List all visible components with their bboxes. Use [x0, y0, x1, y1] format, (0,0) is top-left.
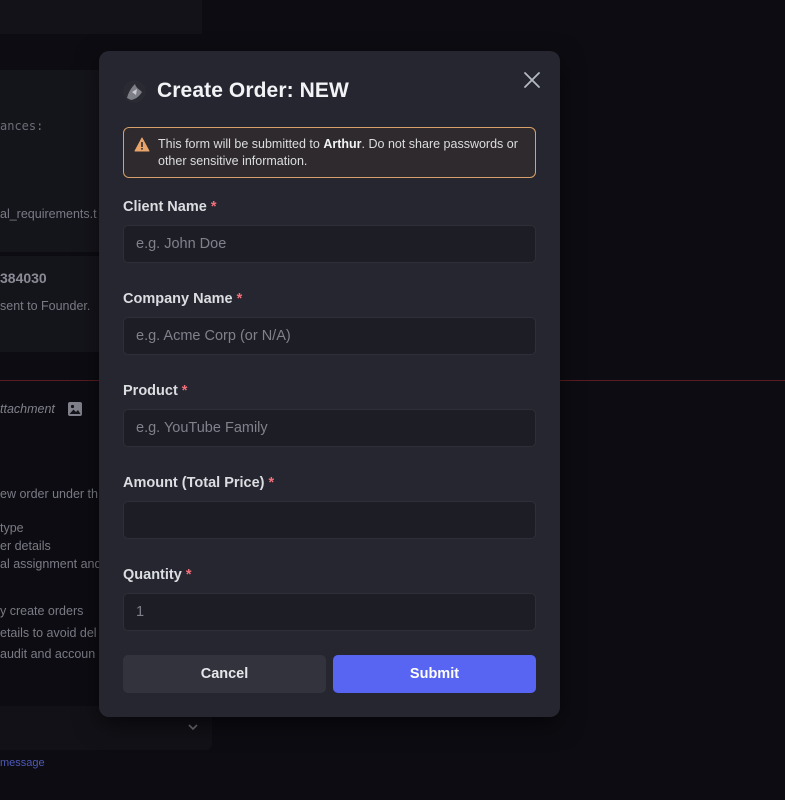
image-icon	[68, 402, 82, 416]
warning-text-prefix: This form will be submitted to	[158, 137, 324, 151]
client-name-input[interactable]	[123, 225, 536, 263]
background-order-number: 384030	[0, 270, 47, 286]
client-name-label-text: Client Name	[123, 199, 207, 215]
quantity-label: Quantity *	[123, 567, 191, 583]
background-line: type	[0, 521, 24, 535]
avatar	[123, 79, 146, 103]
company-name-label: Company Name *	[123, 291, 242, 307]
background-line: etails to avoid del	[0, 626, 97, 640]
client-name-label: Client Name *	[123, 199, 216, 215]
required-mark: *	[181, 383, 188, 399]
amount-label-text: Amount (Total Price)	[123, 475, 265, 491]
company-name-label-text: Company Name	[123, 291, 233, 307]
product-label-text: Product	[123, 383, 178, 399]
chevron-down-icon	[188, 724, 198, 731]
background-line: audit and accoun	[0, 647, 96, 661]
background-attachment-label: ttachment	[0, 402, 55, 416]
background-file-name: al_requirements.t	[0, 207, 97, 221]
company-name-input[interactable]	[123, 317, 536, 355]
warning-banner: This form will be submitted to Arthur. D…	[123, 127, 536, 178]
modal-title: Create Order: NEW	[157, 79, 349, 102]
quantity-label-text: Quantity	[123, 567, 182, 583]
close-icon[interactable]	[521, 69, 543, 91]
warning-icon	[134, 137, 150, 152]
warning-recipient: Arthur	[323, 137, 362, 151]
quantity-input[interactable]	[123, 593, 536, 631]
amount-label: Amount (Total Price) *	[123, 475, 274, 491]
background-code-text: ances:	[0, 119, 44, 133]
background-line: y create orders	[0, 604, 84, 618]
required-mark: *	[236, 291, 243, 307]
background-line: er details	[0, 539, 51, 553]
background-top-bar	[0, 0, 202, 34]
avatar-image	[123, 79, 146, 103]
amount-input[interactable]	[123, 501, 536, 539]
background-message-link: message	[0, 757, 45, 769]
submit-button[interactable]: Submit	[333, 655, 536, 693]
product-input[interactable]	[123, 409, 536, 447]
required-mark: *	[268, 475, 275, 491]
background-sent-text: sent to Founder.	[0, 299, 91, 313]
background-line: al assignment and	[0, 557, 102, 571]
required-mark: *	[185, 567, 192, 583]
cancel-button[interactable]: Cancel	[123, 655, 326, 693]
create-order-modal: Create Order: NEW This form will be subm…	[99, 51, 560, 717]
background-line: ew order under th	[0, 487, 98, 501]
required-mark: *	[210, 199, 217, 215]
modal-header: Create Order: NEW	[123, 76, 536, 106]
product-label: Product *	[123, 383, 187, 399]
